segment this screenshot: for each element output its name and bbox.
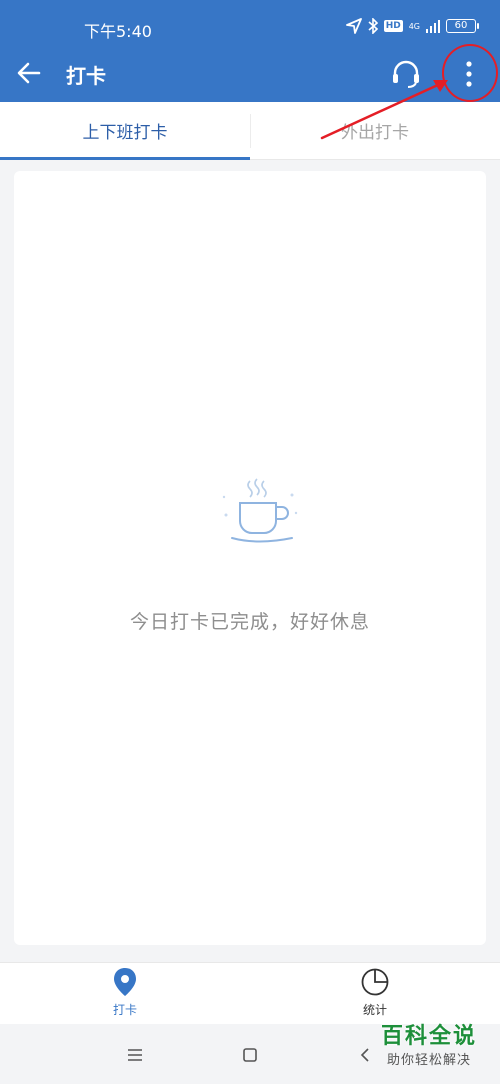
location-arrow-icon <box>345 18 362 34</box>
app-header: 下午5:40 HD 4G 60 打卡 <box>0 0 500 102</box>
system-menu-button[interactable] <box>122 1042 148 1068</box>
content-card: 今日打卡已完成，好好休息 <box>14 171 486 945</box>
system-home-button[interactable] <box>237 1042 263 1068</box>
headset-icon <box>393 60 419 88</box>
coffee-cup-icon <box>222 478 298 543</box>
tab-outing-clock-in[interactable]: 外出打卡 <box>250 102 500 159</box>
tab-divider <box>250 114 251 148</box>
system-back-button[interactable] <box>352 1042 378 1068</box>
signal-icon <box>426 20 440 33</box>
back-button[interactable] <box>12 56 46 90</box>
bluetooth-icon <box>368 18 378 34</box>
nav-label-clock-in: 打卡 <box>112 1003 137 1017</box>
tab-commute-clock-in[interactable]: 上下班打卡 <box>0 102 250 160</box>
menu-icon <box>128 1049 142 1061</box>
more-vertical-icon <box>466 61 472 87</box>
customer-service-button[interactable] <box>388 56 424 92</box>
nav-item-statistics[interactable]: 统计 <box>250 963 500 1024</box>
arrow-left-icon <box>17 62 41 84</box>
network-label: 4G <box>408 21 420 31</box>
nav-label-statistics: 统计 <box>362 1003 387 1017</box>
status-time: 下午5:40 <box>84 22 152 41</box>
nav-item-clock-in[interactable]: 打卡 <box>0 963 250 1024</box>
battery-indicator: 60 <box>446 19 479 33</box>
location-pin-icon <box>114 968 136 996</box>
status-icons: HD 4G 60 <box>345 18 479 34</box>
chevron-left-icon <box>360 1048 369 1062</box>
more-options-button[interactable] <box>452 54 486 94</box>
empty-state-message: 今日打卡已完成，好好休息 <box>129 611 370 633</box>
square-icon <box>243 1048 257 1062</box>
pie-chart-icon <box>361 968 389 996</box>
bottom-navigation: 打卡 统计 <box>0 962 500 1024</box>
system-navigation-bar <box>0 1024 500 1084</box>
page-title: 打卡 <box>66 64 106 88</box>
hd-badge: HD <box>383 20 403 32</box>
